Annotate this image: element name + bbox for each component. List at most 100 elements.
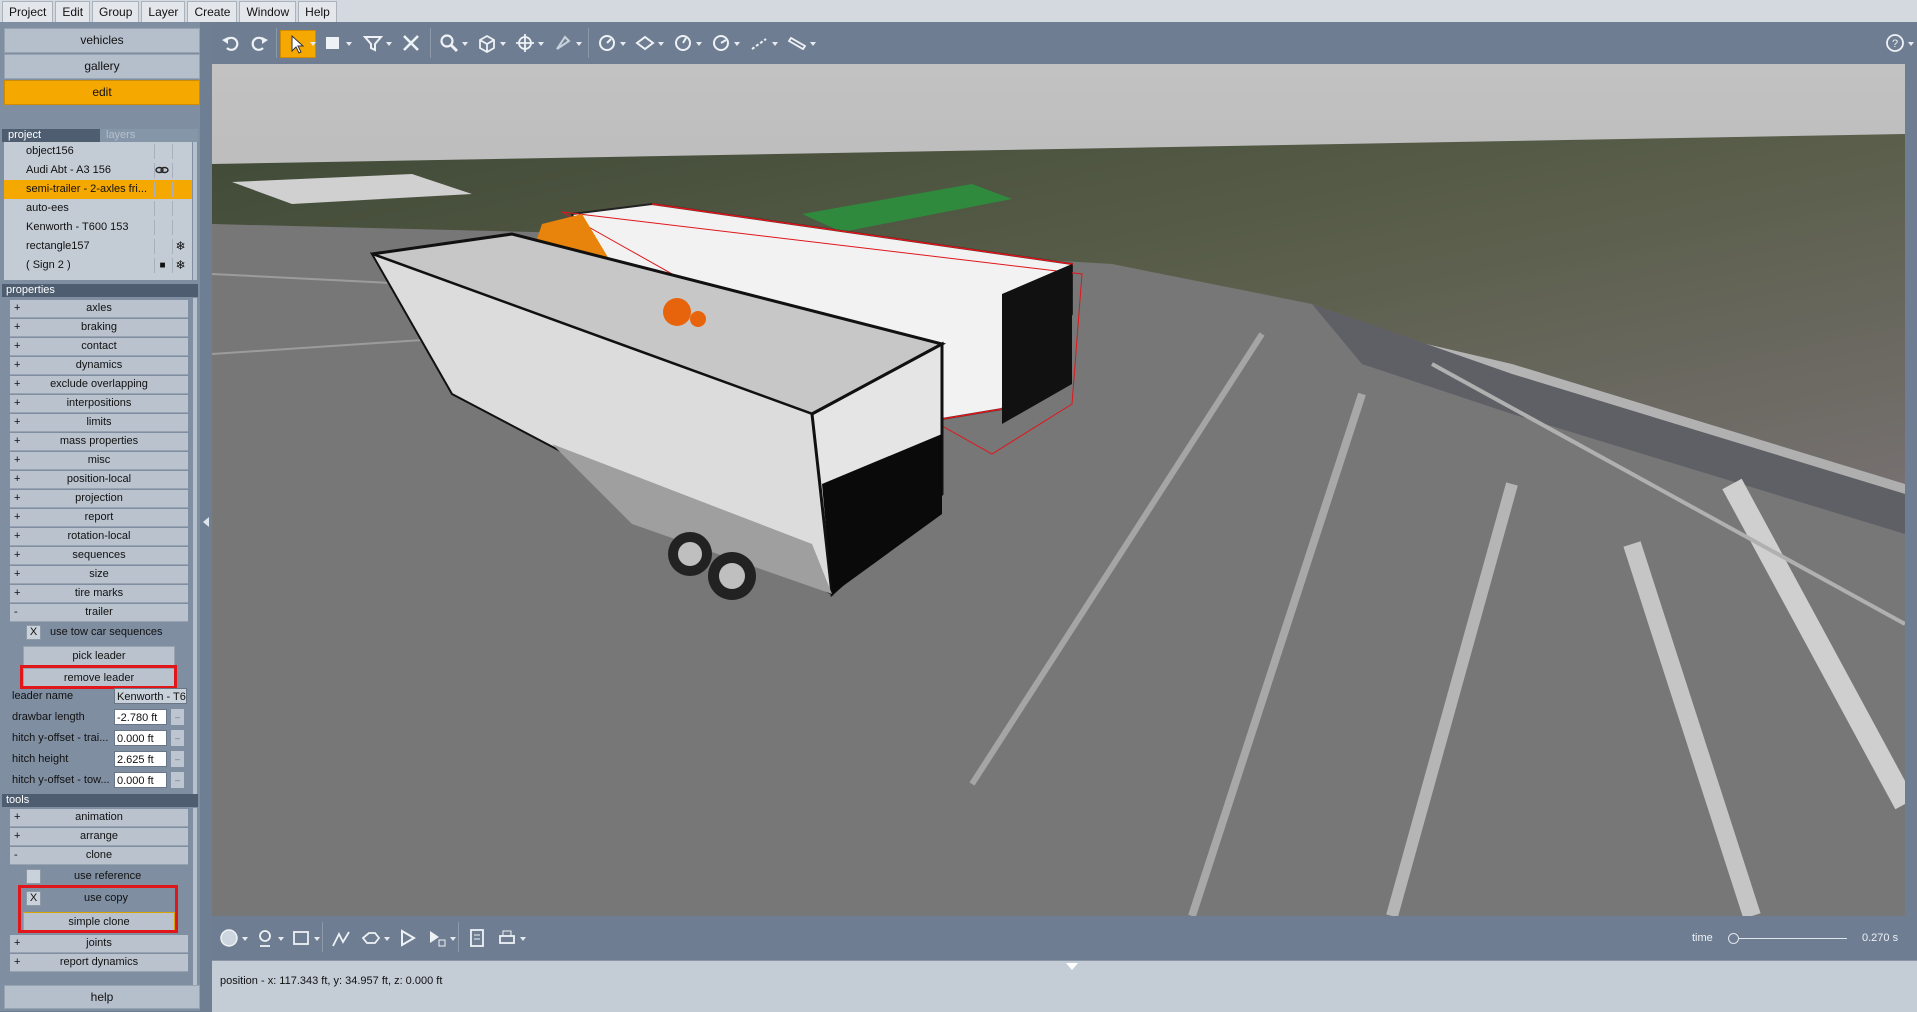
- tool-report-dynamics[interactable]: + report dynamics: [10, 954, 188, 972]
- filter-icon[interactable]: [360, 30, 386, 56]
- hitch-y-offset-trailer-spinner[interactable]: –: [171, 730, 184, 746]
- tree-item-sign2[interactable]: ( Sign 2 ) ■ ❄: [4, 256, 192, 275]
- report-icon[interactable]: [464, 925, 490, 951]
- edit-button[interactable]: edit: [4, 80, 200, 105]
- use-tow-car-sequences-label: use tow car sequences: [50, 626, 163, 638]
- tab-project[interactable]: project: [2, 129, 100, 142]
- prop-interpositions[interactable]: + interpositions: [10, 395, 188, 413]
- distance-icon[interactable]: [746, 30, 772, 56]
- cube-view-icon[interactable]: [474, 30, 500, 56]
- prop-report[interactable]: + report: [10, 509, 188, 527]
- prop-sequences[interactable]: + sequences: [10, 547, 188, 565]
- delete-icon[interactable]: [398, 30, 424, 56]
- snowflake-icon[interactable]: ❄: [172, 258, 188, 273]
- vehicles-button[interactable]: vehicles: [4, 28, 200, 53]
- hitch-y-offset-tow-field[interactable]: 0.000 ft: [114, 772, 167, 788]
- plane-icon[interactable]: [632, 30, 658, 56]
- path-icon[interactable]: [328, 925, 354, 951]
- prop-misc[interactable]: + misc: [10, 452, 188, 470]
- prop-tire-marks[interactable]: + tire marks: [10, 585, 188, 603]
- tree-item-audi[interactable]: Audi Abt - A3 156: [4, 161, 192, 180]
- prop-limits[interactable]: + limits: [10, 414, 188, 432]
- time-slider-track[interactable]: [1732, 938, 1847, 939]
- tools-scrollbar[interactable]: [193, 808, 197, 1006]
- hitch-height-field[interactable]: 2.625 ft: [114, 751, 167, 767]
- tree-item-semi-trailer[interactable]: semi-trailer - 2-axles fri...: [4, 180, 192, 199]
- highlight-box: [20, 665, 177, 689]
- pan-icon[interactable]: [512, 30, 538, 56]
- camera-icon[interactable]: [358, 925, 384, 951]
- hitch-y-offset-tow-label: hitch y-offset - tow...: [12, 774, 110, 786]
- folder-icon[interactable]: ■: [154, 258, 170, 273]
- hitch-y-offset-tow-spinner[interactable]: –: [171, 772, 184, 788]
- prop-axles[interactable]: + axles: [10, 300, 188, 318]
- prop-dynamics[interactable]: + dynamics: [10, 357, 188, 375]
- zoom-icon[interactable]: [436, 30, 462, 56]
- orange-marker[interactable]: [663, 298, 691, 326]
- menu-edit[interactable]: Edit: [55, 1, 91, 23]
- hitch-height-label: hitch height: [12, 753, 69, 765]
- prop-size[interactable]: + size: [10, 566, 188, 584]
- tab-layers[interactable]: layers: [100, 129, 198, 142]
- drawbar-length-label: drawbar length: [12, 711, 85, 723]
- use-reference-checkbox[interactable]: [26, 869, 41, 884]
- help-button[interactable]: help: [4, 985, 200, 1009]
- tree-item-auto-ees[interactable]: auto-ees: [4, 199, 192, 218]
- play-icon[interactable]: [394, 925, 420, 951]
- tool-arrange[interactable]: + arrange: [10, 828, 188, 846]
- time-label: time: [1692, 932, 1713, 944]
- head-icon[interactable]: [252, 925, 278, 951]
- tool-joints[interactable]: + joints: [10, 935, 188, 953]
- viewport-scrollbar[interactable]: [1905, 64, 1917, 916]
- menu-help[interactable]: Help: [298, 1, 337, 23]
- prop-braking[interactable]: + braking: [10, 319, 188, 337]
- prop-trailer[interactable]: - trailer: [10, 604, 188, 622]
- rect-select-icon[interactable]: [320, 30, 346, 56]
- display-mode-icon[interactable]: [288, 925, 314, 951]
- print-icon[interactable]: [494, 925, 520, 951]
- tool-clone[interactable]: - clone: [10, 847, 188, 865]
- ruler-icon[interactable]: [784, 30, 810, 56]
- time-slider-handle[interactable]: [1728, 933, 1739, 944]
- 3d-viewport[interactable]: [212, 64, 1905, 916]
- menu-layer[interactable]: Layer: [141, 1, 186, 23]
- prop-contact[interactable]: + contact: [10, 338, 188, 356]
- properties-scrollbar[interactable]: [193, 298, 197, 794]
- tree-item-rectangle157[interactable]: rectangle157 ❄: [4, 237, 192, 256]
- menu-project[interactable]: Project: [2, 1, 54, 23]
- gauge-icon[interactable]: [708, 30, 734, 56]
- angle-icon[interactable]: [670, 30, 696, 56]
- redo-icon[interactable]: [246, 30, 272, 56]
- hitch-height-spinner[interactable]: –: [171, 751, 184, 767]
- expand-arrow-icon[interactable]: [1066, 963, 1078, 970]
- gallery-button[interactable]: gallery: [4, 54, 200, 79]
- menu-window[interactable]: Window: [239, 1, 297, 23]
- prop-position-local[interactable]: + position-local: [10, 471, 188, 489]
- menu-create[interactable]: Create: [187, 1, 238, 23]
- sphere-icon[interactable]: [216, 925, 242, 951]
- snowflake-icon[interactable]: ❄: [172, 239, 188, 254]
- measure-icon[interactable]: [594, 30, 620, 56]
- drawbar-length-spinner[interactable]: –: [171, 709, 184, 725]
- panel-splitter[interactable]: [200, 22, 212, 1011]
- prop-exclude-overlapping[interactable]: + exclude overlapping: [10, 376, 188, 394]
- link-icon[interactable]: [154, 163, 170, 178]
- drawbar-length-field[interactable]: -2.780 ft: [114, 709, 167, 725]
- tree-item-object156[interactable]: object156: [4, 142, 192, 161]
- pin-icon[interactable]: [550, 30, 576, 56]
- prop-mass-properties[interactable]: + mass properties: [10, 433, 188, 451]
- undo-icon[interactable]: [218, 30, 244, 56]
- tree-item-kenworth[interactable]: Kenworth - T600 153: [4, 218, 192, 237]
- tool-animation[interactable]: + animation: [10, 809, 188, 827]
- step-icon[interactable]: [424, 925, 450, 951]
- leader-name-field[interactable]: Kenworth - T6: [114, 688, 187, 704]
- prop-rotation-local[interactable]: + rotation-local: [10, 528, 188, 546]
- use-tow-car-sequences-checkbox[interactable]: X: [26, 625, 41, 640]
- menu-group[interactable]: Group: [92, 1, 140, 23]
- tree-scrollbar[interactable]: [193, 142, 197, 280]
- pick-leader-button[interactable]: pick leader: [23, 646, 175, 666]
- prop-projection[interactable]: + projection: [10, 490, 188, 508]
- hitch-y-offset-trailer-field[interactable]: 0.000 ft: [114, 730, 167, 746]
- help-icon[interactable]: ?: [1882, 30, 1908, 56]
- collapse-arrow-icon[interactable]: [203, 517, 209, 527]
